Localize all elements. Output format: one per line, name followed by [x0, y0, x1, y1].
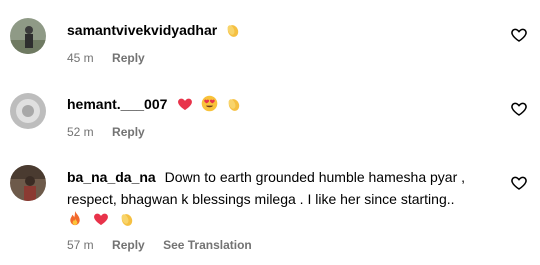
reply-button[interactable]: Reply: [112, 238, 145, 252]
clapping-hands-icon: [119, 211, 135, 227]
comment-meta: 57 m Reply See Translation: [67, 237, 267, 253]
comment-text: Down to earth grounded humble hamesha py…: [164, 169, 466, 185]
clapping-hands-icon: [225, 22, 241, 38]
comment-line: samantvivekvidyadhar: [67, 19, 500, 41]
timestamp: 52 m: [67, 125, 94, 139]
reply-button[interactable]: Reply: [112, 125, 145, 139]
avatar[interactable]: [10, 165, 46, 201]
avatar[interactable]: [10, 93, 46, 129]
comment-text: respect, bhagwan k blessings milega . I …: [67, 191, 455, 207]
heart-outline-icon[interactable]: [510, 26, 528, 44]
comment-meta: 52 m Reply: [67, 124, 160, 140]
comment-meta: 45 m Reply: [67, 50, 160, 66]
comment-line: respect, bhagwan k blessings milega . I …: [67, 188, 500, 210]
timestamp: 57 m: [67, 238, 94, 252]
red-heart-icon: [93, 211, 109, 227]
heart-eyes-icon: [201, 95, 218, 112]
reply-button[interactable]: Reply: [112, 51, 145, 65]
heart-outline-icon[interactable]: [510, 174, 528, 192]
red-heart-icon: [177, 96, 193, 112]
clapping-hands-icon: [226, 96, 242, 112]
comment-emoji-line: [63, 208, 500, 230]
comment-line: hemant.___007: [67, 93, 500, 115]
username[interactable]: samantvivekvidyadhar: [67, 22, 217, 38]
username[interactable]: ba_na_da_na: [67, 169, 156, 185]
avatar[interactable]: [10, 18, 46, 54]
timestamp: 45 m: [67, 51, 94, 65]
comment-line: ba_na_da_na Down to earth grounded humbl…: [67, 166, 500, 188]
heart-outline-icon[interactable]: [510, 100, 528, 118]
fire-icon: [67, 210, 83, 227]
username[interactable]: hemant.___007: [67, 96, 167, 112]
see-translation-button[interactable]: See Translation: [163, 238, 252, 252]
